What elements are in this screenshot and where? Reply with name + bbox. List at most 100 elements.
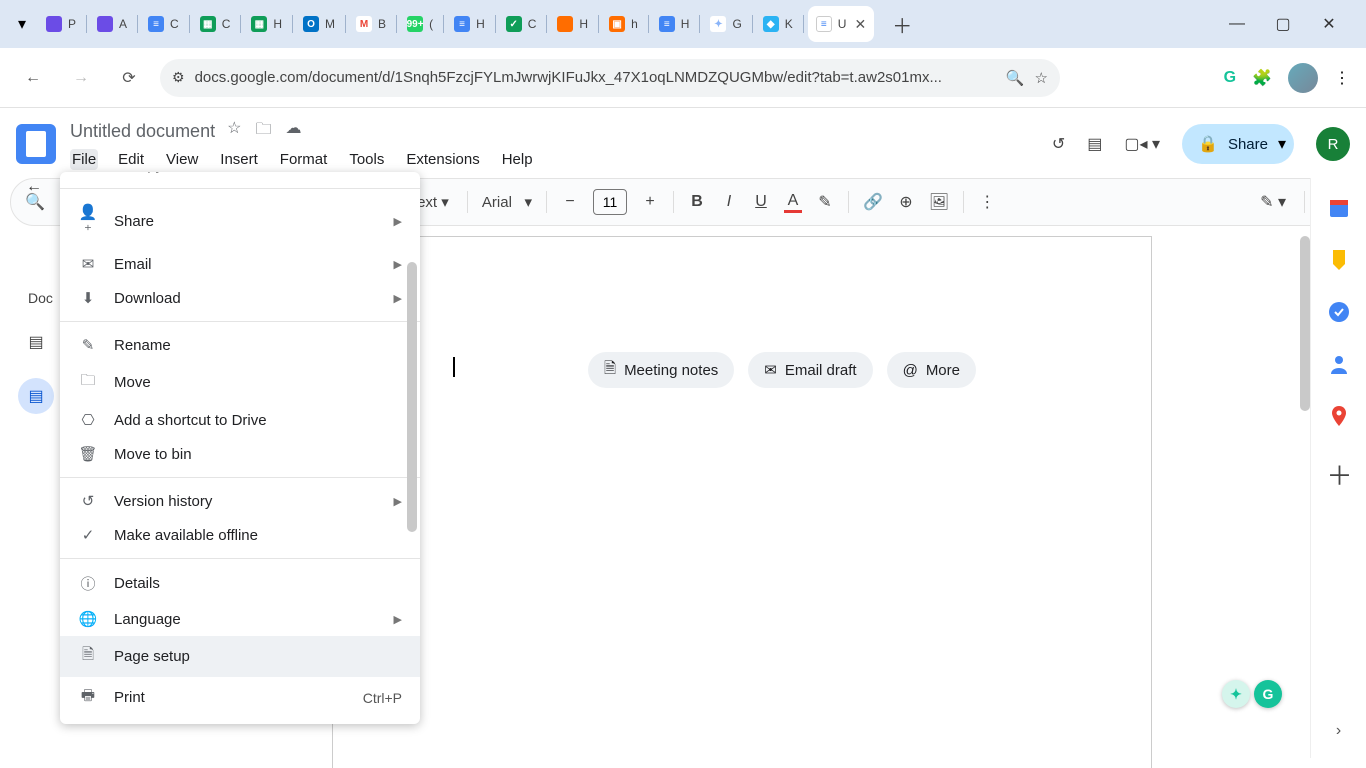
nav-forward-button[interactable]: → (64, 61, 98, 95)
bold-button[interactable]: B (688, 193, 706, 211)
history-icon[interactable]: ↺ (1052, 134, 1065, 154)
menu-tools[interactable]: Tools (347, 149, 386, 170)
menu-scrollbar-thumb[interactable] (407, 262, 417, 532)
browser-tab[interactable]: H (549, 6, 596, 42)
close-tab-icon[interactable]: ✕ (854, 16, 866, 33)
chrome-menu-icon[interactable]: ⋮ (1334, 68, 1350, 88)
summary-tab-icon[interactable]: ▤ (18, 378, 54, 414)
file-menu-item-print[interactable]: 🖶PrintCtrl+P (60, 677, 420, 718)
decrease-font-button[interactable]: − (561, 193, 579, 211)
menu-extensions[interactable]: Extensions (404, 149, 481, 170)
document-page[interactable]: 🗎Meeting notes ✉Email draft @More (332, 236, 1152, 768)
file-menu-item-version-history[interactable]: ↺Version history▶ (60, 484, 420, 518)
grammarly-widget[interactable]: ✦ G (1222, 680, 1282, 708)
addons-plus-icon[interactable]: ＋ (1327, 456, 1351, 480)
nav-back-button[interactable]: ← (16, 61, 50, 95)
keep-icon[interactable] (1327, 248, 1351, 272)
file-menu-item-details[interactable]: ⓘDetails (60, 565, 420, 602)
browser-tab[interactable]: P (38, 6, 84, 42)
account-avatar[interactable]: R (1316, 127, 1350, 161)
font-family-select[interactable]: Arial ▾ (482, 193, 532, 211)
menu-format[interactable]: Format (278, 149, 330, 170)
font-size-input[interactable]: 11 (593, 189, 627, 215)
panel-back-icon[interactable]: ← (26, 178, 42, 196)
file-menu-item-email[interactable]: ✉Email▶ (60, 247, 420, 281)
collapse-side-panel-icon[interactable]: › (1336, 722, 1341, 740)
new-tab-button[interactable]: ＋ (886, 8, 918, 40)
menu-help[interactable]: Help (500, 149, 535, 170)
extensions-icon[interactable]: 🧩 (1252, 68, 1272, 88)
url-field[interactable]: ⚙ docs.google.com/document/d/1Snqh5FzcjF… (160, 59, 1060, 97)
menu-view[interactable]: View (164, 149, 200, 170)
contacts-icon[interactable] (1327, 352, 1351, 376)
chip-more[interactable]: @More (887, 352, 976, 388)
share-button[interactable]: 🔒 Share ▾ (1182, 124, 1294, 164)
browser-tab[interactable]: ≡C (140, 6, 187, 42)
browser-tab[interactable]: MB (348, 6, 394, 42)
file-menu-item-move[interactable]: 🗀Move (60, 362, 420, 403)
highlight-button[interactable]: ✎ (816, 192, 834, 212)
minimize-button[interactable]: — (1223, 10, 1251, 38)
outline-tab-icon[interactable]: ▤ (18, 324, 54, 360)
comments-icon[interactable]: ▤ (1087, 134, 1102, 154)
browser-tab[interactable]: ▦C (192, 6, 239, 42)
italic-button[interactable]: I (720, 193, 738, 211)
more-tools-icon[interactable]: ⋮ (978, 192, 996, 212)
file-menu-item-move-to-bin[interactable]: 🗑Move to bin (60, 437, 420, 471)
menu-file[interactable]: File (70, 149, 98, 170)
browser-tab[interactable]: 99+( (399, 6, 441, 42)
site-settings-icon[interactable]: ⚙ (172, 69, 185, 86)
editing-mode-button[interactable]: ✎ ▾ (1260, 192, 1286, 212)
star-icon[interactable]: ☆ (227, 118, 241, 145)
menu-insert[interactable]: Insert (218, 149, 260, 170)
browser-tab[interactable]: OM (295, 6, 343, 42)
browser-tab[interactable]: ◆K (755, 6, 801, 42)
cloud-status-icon[interactable]: ☁ (285, 118, 301, 145)
browser-tab[interactable]: A (89, 6, 135, 42)
menu-edit[interactable]: Edit (116, 149, 146, 170)
browser-tab[interactable]: ✦G (702, 6, 749, 42)
maps-icon[interactable] (1327, 404, 1351, 428)
file-menu-item-share[interactable]: 👤⁺Share▶ (60, 195, 420, 247)
tabs-dropdown-icon[interactable]: ▾ (8, 10, 36, 38)
maximize-button[interactable]: ▢ (1269, 10, 1297, 38)
text-color-button[interactable]: A (784, 192, 802, 213)
file-menu-item-shortcut[interactable]: ⎔Add a shortcut to Drive (60, 403, 420, 437)
meet-icon[interactable]: ▢◂ ▾ (1124, 134, 1160, 154)
browser-tab[interactable]: ≡H (651, 6, 698, 42)
grammarly-suggestions-icon[interactable]: ✦ (1222, 680, 1250, 708)
scrollbar-thumb[interactable] (1300, 236, 1310, 411)
file-menu-item-offline[interactable]: ✓Make available offline (60, 518, 420, 552)
underline-button[interactable]: U (752, 193, 770, 211)
browser-tab[interactable]: ≡H (446, 6, 493, 42)
document-title[interactable]: Untitled document (70, 121, 215, 142)
chip-meeting-notes[interactable]: 🗎Meeting notes (588, 352, 734, 388)
file-menu-item-make-copy[interactable]: Make a copy (60, 172, 420, 182)
file-menu-item-download[interactable]: ⬇Download▶ (60, 281, 420, 315)
insert-image-button[interactable]: 🖼 (929, 192, 949, 212)
move-folder-icon[interactable]: 🗀 (255, 118, 271, 145)
grammarly-logo-icon[interactable]: G (1254, 680, 1282, 708)
tab-active[interactable]: ≡ U ✕ (808, 6, 874, 42)
add-comment-button[interactable]: ⊕ (897, 192, 915, 212)
share-dropdown-icon[interactable]: ▾ (1278, 134, 1286, 154)
chip-email-draft[interactable]: ✉Email draft (748, 352, 872, 388)
profile-avatar[interactable] (1288, 63, 1318, 93)
browser-tab[interactable]: ▦H (243, 6, 290, 42)
bookmark-star-icon[interactable]: ☆ (1035, 69, 1048, 87)
grammarly-ext-icon[interactable]: G (1224, 69, 1236, 87)
zoom-icon[interactable]: 🔍 (1006, 69, 1025, 87)
reload-button[interactable]: ⟳ (112, 61, 146, 95)
calendar-icon[interactable] (1327, 196, 1351, 220)
close-window-button[interactable]: ✕ (1315, 10, 1343, 38)
browser-tab[interactable]: ✓C (498, 6, 545, 42)
file-menu-item-page-setup[interactable]: 🗎Page setup (60, 636, 420, 677)
file-menu-item-language[interactable]: 🌐Language▶ (60, 602, 420, 636)
docs-logo[interactable] (16, 124, 56, 164)
insert-link-button[interactable]: 🔗 (863, 192, 883, 212)
file-menu-item-rename[interactable]: ✎Rename (60, 328, 420, 362)
increase-font-button[interactable]: + (641, 193, 659, 211)
browser-tab[interactable]: ▣h (601, 6, 646, 42)
tab-label: U (838, 17, 847, 31)
tasks-icon[interactable] (1327, 300, 1351, 324)
